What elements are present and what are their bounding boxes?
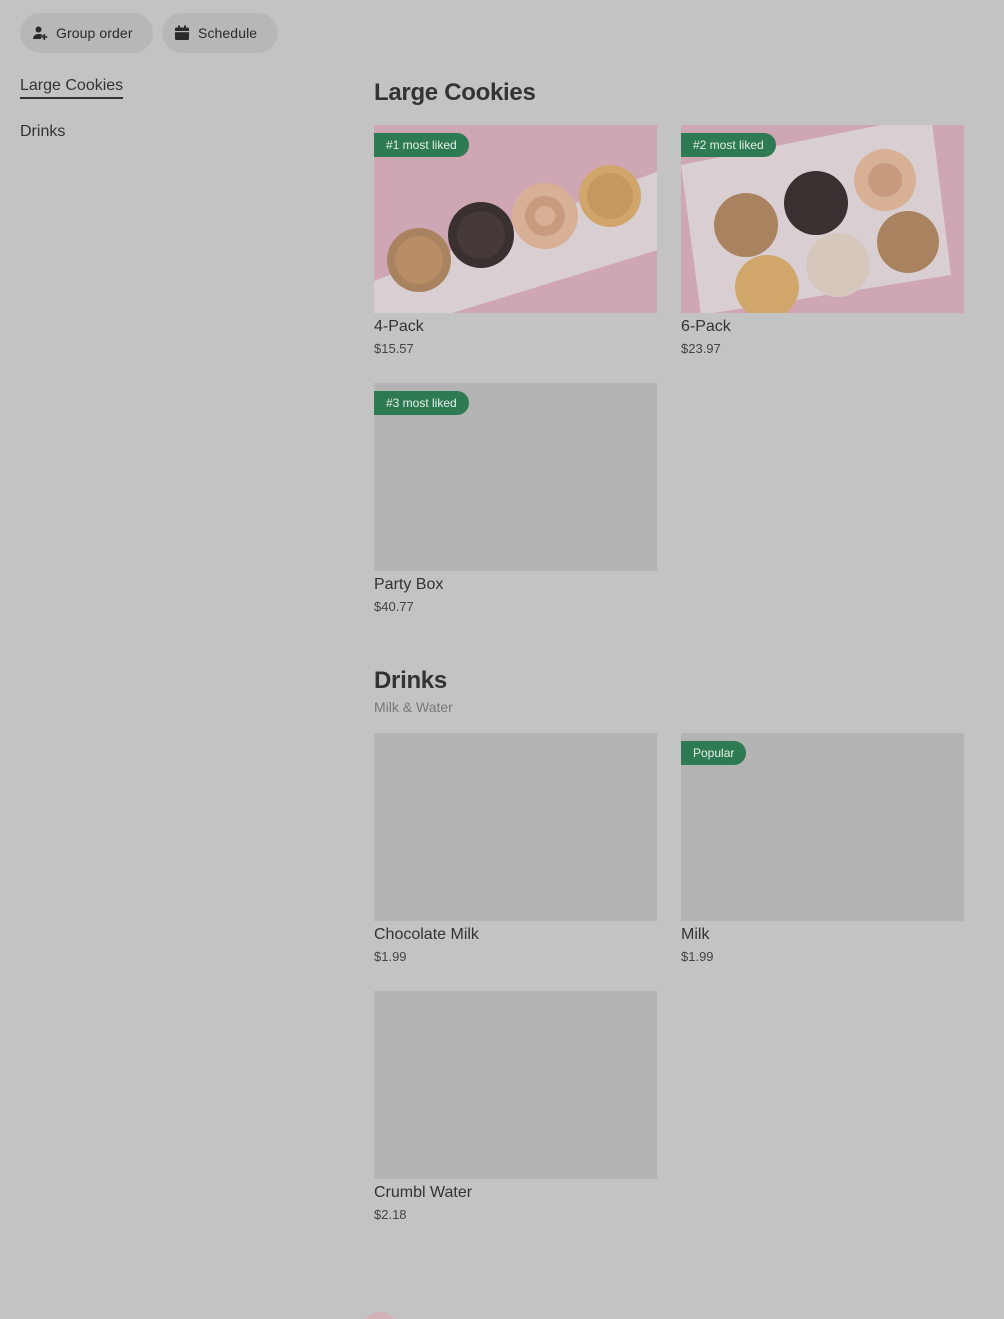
menu-item-card[interactable]: Popular Milk $1.99 — [681, 733, 964, 964]
section-subtitle: Milk & Water — [374, 699, 453, 715]
item-name: Party Box — [374, 576, 444, 593]
item-price: $1.99 — [681, 949, 714, 964]
sidebar-item-drinks[interactable]: Drinks — [20, 123, 65, 141]
item-name: 6-Pack — [681, 318, 731, 335]
section-title-large-cookies: Large Cookies — [374, 79, 536, 106]
item-badge: #1 most liked — [374, 133, 469, 157]
item-image-placeholder — [374, 991, 657, 1179]
menu-item-card[interactable]: #2 most liked 6-Pack $23.97 — [681, 125, 964, 356]
item-image-placeholder — [374, 733, 657, 921]
item-image-placeholder: #3 most liked — [374, 383, 657, 571]
item-price: $15.57 — [374, 341, 414, 356]
item-price: $23.97 — [681, 341, 721, 356]
sidebar-item-large-cookies[interactable]: Large Cookies — [20, 77, 124, 99]
group-order-button[interactable]: Group order — [20, 13, 153, 53]
item-badge: Popular — [681, 741, 747, 765]
calendar-icon — [174, 25, 190, 41]
item-badge: #2 most liked — [681, 133, 776, 157]
person-add-icon — [32, 25, 48, 41]
item-price: $2.18 — [374, 1207, 407, 1222]
menu-item-card[interactable]: Crumbl Water $2.18 — [374, 991, 657, 1222]
item-name: Crumbl Water — [374, 1184, 473, 1201]
item-name: Milk — [681, 926, 710, 943]
item-image-placeholder: Popular — [681, 733, 964, 921]
menu-item-card[interactable]: #1 most liked 4-Pack $15.57 — [374, 125, 657, 356]
menu-item-card[interactable]: #3 most liked Party Box $40.77 — [374, 383, 657, 614]
footer-avatar-peek — [362, 1312, 398, 1319]
menu-item-card[interactable]: Chocolate Milk $1.99 — [374, 733, 657, 964]
item-price: $1.99 — [374, 949, 407, 964]
item-image: #2 most liked — [681, 125, 964, 313]
item-badge: #3 most liked — [374, 391, 469, 415]
schedule-label: Schedule — [198, 25, 258, 41]
schedule-button[interactable]: Schedule — [162, 13, 278, 53]
item-name: Chocolate Milk — [374, 926, 479, 943]
item-name: 4-Pack — [374, 318, 424, 335]
item-image: #1 most liked — [374, 125, 657, 313]
page: Group order Schedule Large Cookies Drink… — [0, 0, 1004, 1319]
group-order-label: Group order — [56, 25, 133, 41]
section-title-drinks: Drinks — [374, 667, 447, 694]
item-price: $40.77 — [374, 599, 414, 614]
